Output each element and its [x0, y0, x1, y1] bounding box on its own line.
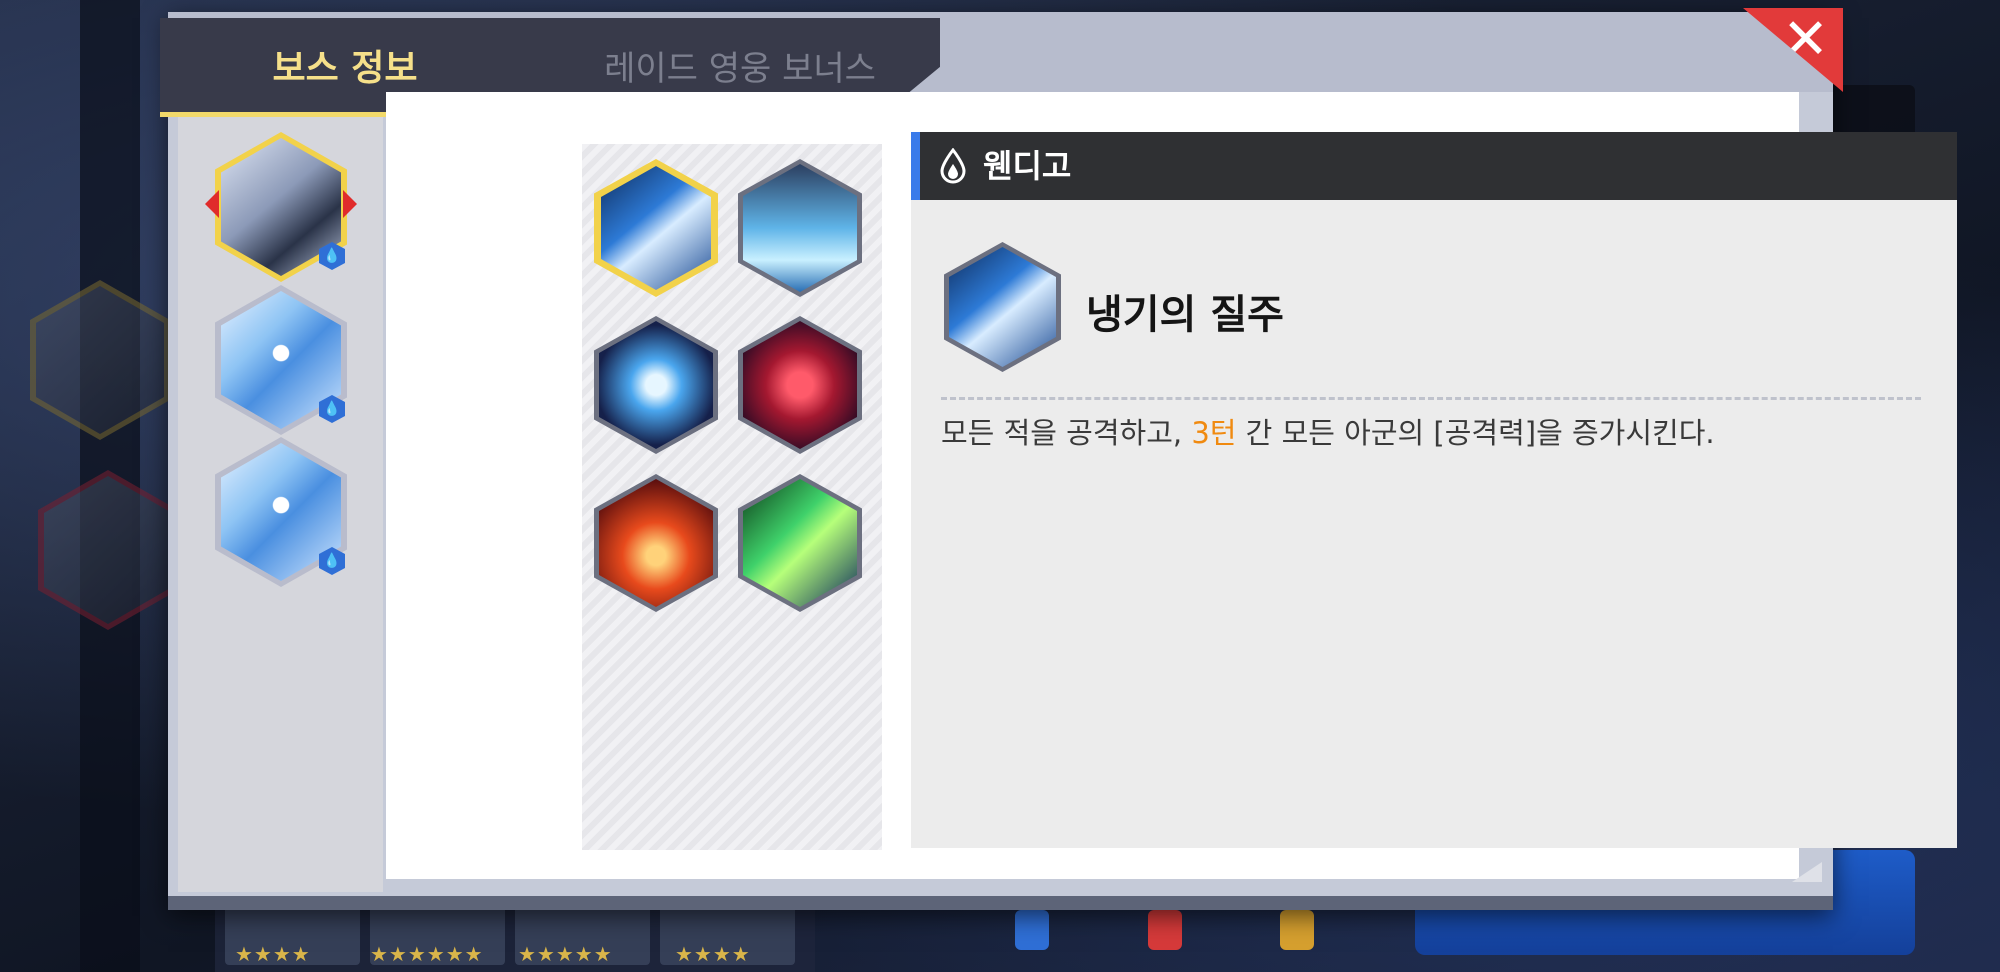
header-accent-bar	[911, 132, 920, 200]
background-star-rating: ★★★★★★	[370, 942, 484, 966]
selected-skill-icon	[944, 242, 1061, 372]
boss-info-modal: 보스 정보 레이드 영웅 보너스 ✕ 💧 💧 💧 웬디고 냉기의 질주 모든 적…	[160, 8, 1957, 910]
boss-card-selected[interactable]: 💧	[205, 132, 357, 282]
skill-icon-poison-slash[interactable]	[738, 474, 862, 612]
skill-name: 냉기의 질주	[1086, 292, 1284, 338]
boss-name: 웬디고	[983, 147, 1072, 185]
skill-icon-red-vortex[interactable]	[738, 316, 862, 454]
skill-icon-ice-claw[interactable]	[594, 159, 718, 297]
skill-grid	[582, 144, 882, 850]
background-star-rating: ★★★★	[235, 942, 311, 966]
skill-icon-fire-burst[interactable]	[594, 474, 718, 612]
background-star-rating: ★★★★	[675, 942, 751, 966]
background-star-rating: ★★★★★	[518, 942, 613, 966]
skill-icon-ice-crystal[interactable]	[738, 159, 862, 297]
skill-detail-panel: 웬디고 냉기의 질주 모든 적을 공격하고, 3턴 간 모든 아군의 [공격력]…	[911, 132, 1957, 848]
water-drop-icon	[940, 148, 966, 184]
skill-icon-frost-burst[interactable]	[594, 316, 718, 454]
skill-description: 모든 적을 공격하고, 3턴 간 모든 아군의 [공격력]을 증가시킨다.	[941, 412, 1931, 456]
boss-list: 💧 💧 💧	[178, 117, 383, 892]
boss-card[interactable]: 💧	[215, 285, 347, 435]
background-light-icon	[1280, 910, 1314, 950]
selection-arrow-left-icon	[205, 190, 219, 218]
background-water-icon	[1015, 910, 1049, 950]
turn-count-highlight: 3턴	[1191, 416, 1237, 450]
description-text: 모든 적을 공격하고,	[941, 416, 1192, 450]
description-text: 간 모든 아군의 [공격력]을 증가시킨다.	[1236, 416, 1715, 450]
dashed-divider	[941, 397, 1921, 400]
selection-arrow-right-icon	[343, 190, 357, 218]
background-fire-icon	[1148, 910, 1182, 950]
boss-name-header: 웬디고	[911, 132, 1957, 200]
boss-card[interactable]: 💧	[215, 437, 347, 587]
